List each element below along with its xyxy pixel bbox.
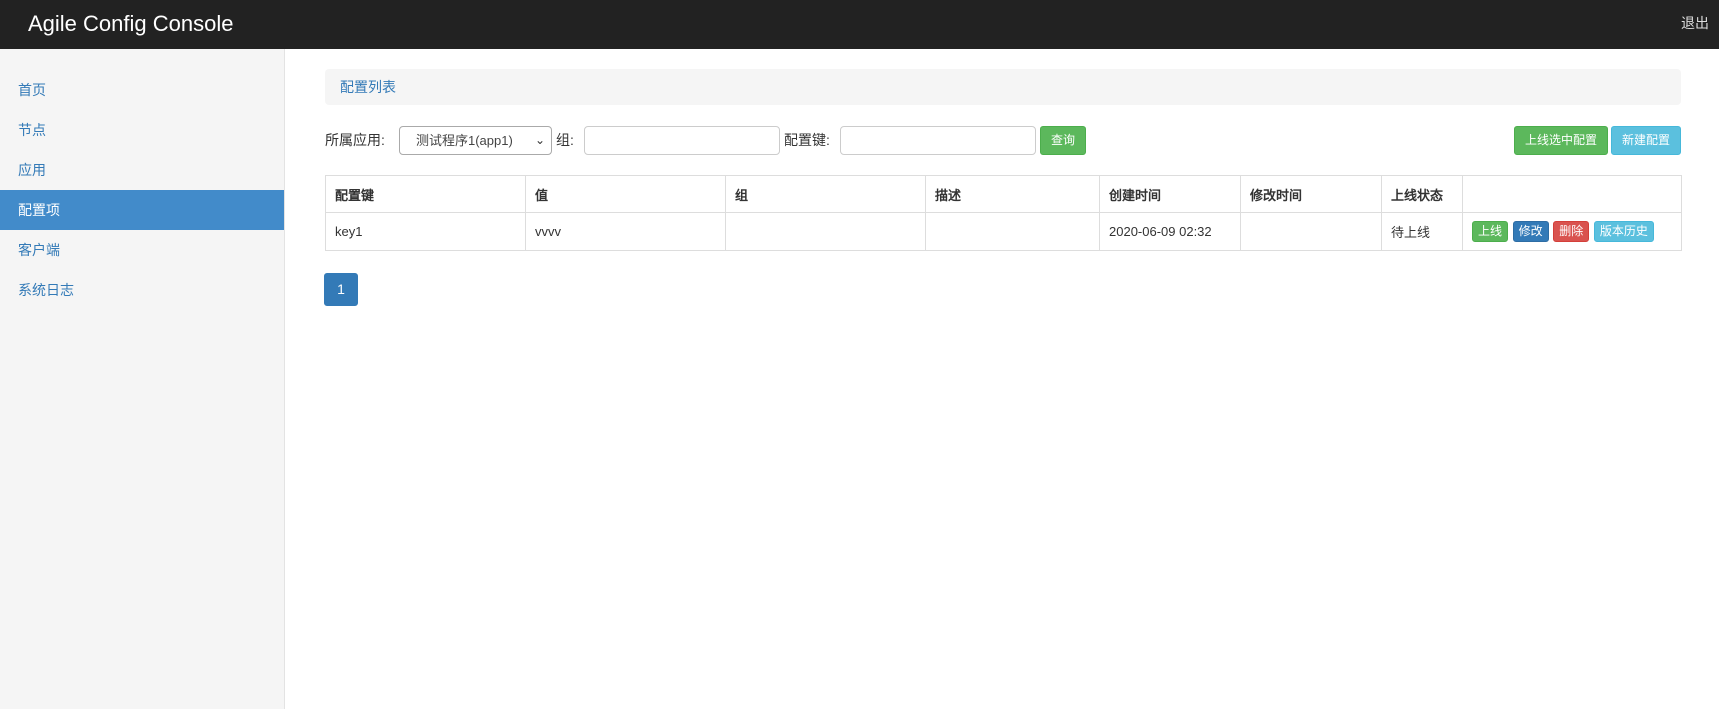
sidebar-item-system-logs[interactable]: 系统日志 [0, 270, 284, 310]
query-button[interactable]: 查询 [1040, 126, 1086, 155]
cell-value: vvvv [525, 212, 726, 251]
sidebar-item-clients[interactable]: 客户端 [0, 230, 284, 270]
column-header-modified: 修改时间 [1240, 175, 1382, 213]
column-header-description: 描述 [925, 175, 1100, 213]
column-header-created: 创建时间 [1099, 175, 1241, 213]
table-header-row: 配置键 值 组 描述 创建时间 修改时间 上线状态 [325, 175, 1682, 213]
group-input[interactable] [584, 126, 780, 155]
app-select[interactable]: 测试程序1(app1) ⌄ [399, 126, 552, 155]
sidebar-item-apps[interactable]: 应用 [0, 150, 284, 190]
table-row: key1 vvvv 2020-06-09 02:32 待上线 上线 修改 删除 … [325, 212, 1682, 251]
cell-key: key1 [325, 212, 526, 251]
app-filter-label: 所属应用: [325, 132, 385, 148]
cell-status: 待上线 [1381, 212, 1463, 251]
pagination-page-1[interactable]: 1 [324, 273, 358, 306]
breadcrumb: 配置列表 [325, 69, 1681, 105]
column-header-actions [1462, 175, 1682, 213]
sidebar-item-configs[interactable]: 配置项 [0, 190, 284, 230]
sidebar: 首页 节点 应用 配置项 客户端 系统日志 [0, 49, 285, 709]
cell-modified [1240, 212, 1382, 251]
cell-created: 2020-06-09 02:32 [1099, 212, 1241, 251]
publish-button[interactable]: 上线 [1472, 221, 1509, 242]
publish-selected-button[interactable]: 上线选中配置 [1514, 126, 1608, 155]
sidebar-item-nodes[interactable]: 节点 [0, 110, 284, 150]
column-header-status: 上线状态 [1381, 175, 1463, 213]
sidebar-item-home[interactable]: 首页 [0, 70, 284, 110]
config-table: 配置键 值 组 描述 创建时间 修改时间 上线状态 key1 vvvv 2020… [325, 175, 1682, 251]
column-header-value: 值 [525, 175, 726, 213]
version-history-button[interactable]: 版本历史 [1593, 221, 1654, 242]
edit-button[interactable]: 修改 [1512, 221, 1549, 242]
cell-actions: 上线 修改 删除 版本历史 [1462, 212, 1682, 251]
breadcrumb-item-config-list[interactable]: 配置列表 [340, 79, 396, 95]
column-header-group: 组 [725, 175, 926, 213]
delete-button[interactable]: 删除 [1553, 221, 1590, 242]
group-filter-label: 组: [556, 132, 574, 148]
cell-description [925, 212, 1100, 251]
key-filter-label: 配置键: [784, 132, 830, 148]
top-navbar: Agile Config Console 退出 [0, 0, 1719, 49]
cell-group [725, 212, 926, 251]
new-config-button[interactable]: 新建配置 [1611, 126, 1681, 155]
app-title[interactable]: Agile Config Console [28, 0, 233, 49]
chevron-down-icon: ⌄ [534, 133, 545, 147]
config-key-input[interactable] [840, 126, 1036, 155]
logout-link[interactable]: 退出 [1681, 0, 1709, 49]
column-header-key: 配置键 [325, 175, 526, 213]
app-select-value: 测试程序1(app1) [416, 133, 513, 148]
